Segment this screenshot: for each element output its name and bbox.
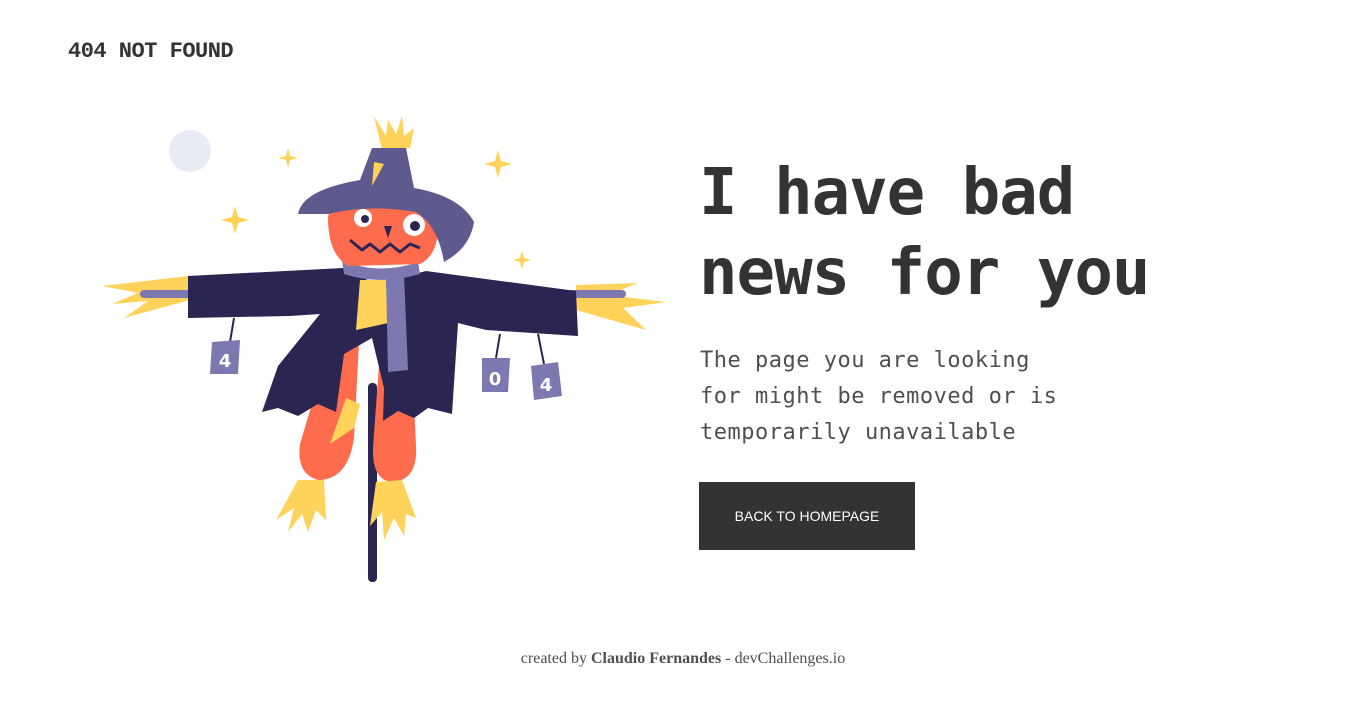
headline-line: news for you [699,236,1150,310]
footer-credit: created by Claudio Fernandes - devChalle… [0,650,1366,668]
can-label: 0 [489,369,502,390]
error-message: The page you are looking for might be re… [700,343,1120,451]
back-to-homepage-button[interactable]: BACK TO HOMEPAGE [699,482,915,550]
footer-prefix: created by [520,650,587,667]
footer-author-link[interactable]: Claudio Fernandes [591,650,721,667]
headline: I have bad news for you [699,153,1299,313]
can-0: 0 [482,333,510,392]
can-label: 4 [219,351,232,372]
message-line: for might be removed or is [700,384,1058,409]
message-line: temporarily unavailable [700,420,1017,445]
page-logo[interactable]: 404 NOT FOUND [68,39,234,64]
footer-site-link[interactable]: devChallenges.io [735,650,846,667]
can-4-right: 4 [531,333,562,400]
moon-icon [169,130,211,172]
message-line: The page you are looking [700,348,1030,373]
headline-line: I have bad [699,156,1075,230]
can-label: 4 [540,375,553,396]
can-4-left: 4 [210,317,240,374]
scarecrow-illustration: 4 0 4 [98,108,668,584]
footer-separator: - [725,650,731,667]
